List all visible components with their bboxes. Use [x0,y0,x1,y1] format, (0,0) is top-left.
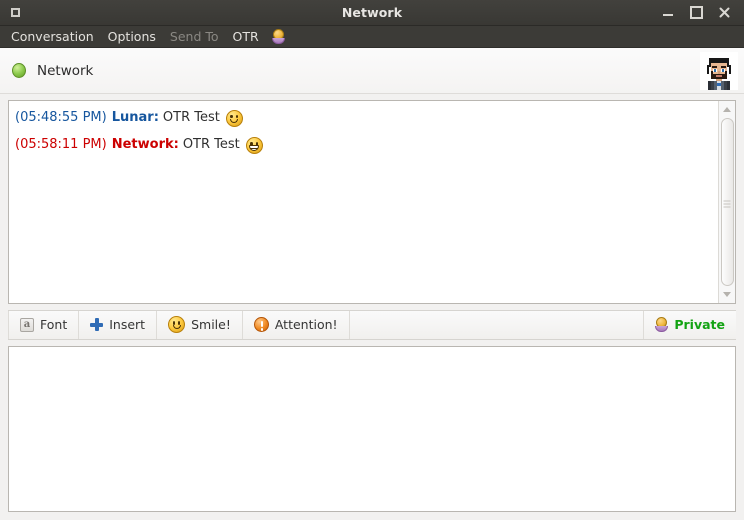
menu-item-otr[interactable]: OTR [226,27,266,46]
close-button[interactable] [717,6,731,20]
minimize-button[interactable] [661,6,675,20]
otr-status-button[interactable]: Private [643,310,736,339]
message-history-container: (05:48:55 PM) Lunar: OTR Test (05:58:11 … [8,100,736,304]
window-menu-button[interactable] [0,8,30,17]
buddy-avatar [700,51,738,90]
conversation-window: Network Conversation Options Send To OTR… [0,0,744,520]
scroll-down-arrow[interactable] [720,288,735,302]
buddy-name: Network [37,62,94,79]
message-history[interactable]: (05:48:55 PM) Lunar: OTR Test (05:58:11 … [9,101,718,303]
otr-lock-icon [655,317,669,333]
window-menu-icon [10,8,20,17]
message-scrollbar[interactable] [718,101,735,303]
message-row: (05:58:11 PM) Network: OTR Test [15,136,712,155]
message-sender: Network: [111,137,179,153]
message-timestamp: (05:58:11 PM) [15,137,107,153]
maximize-button[interactable] [689,6,703,20]
otr-status-label: Private [674,317,725,333]
smiley-icon [168,316,186,334]
otr-lock-menu-button[interactable] [266,29,291,44]
window-controls [661,6,744,20]
smile-button[interactable]: Smile! [157,310,243,339]
conversation-header: Network [0,48,744,94]
menu-item-send-to: Send To [169,29,219,44]
message-text: OTR Test [182,137,240,153]
window-title: Network [341,5,403,20]
font-button[interactable]: a Font [8,310,80,339]
smile-emoticon-icon [225,109,243,127]
attention-button[interactable]: Attention! [243,310,350,339]
insert-button[interactable]: Insert [79,310,158,339]
message-input-container [8,345,736,512]
green-status-dot [12,63,26,78]
smile-button-label: Smile! [191,317,231,333]
scroll-thumb[interactable] [720,118,734,286]
insert-button-label: Insert [109,317,146,333]
title-bar: Network [0,0,744,26]
message-text: OTR Test [162,110,220,125]
scroll-up-arrow[interactable] [720,102,735,116]
font-button-label: Font [40,317,68,333]
message-row: (05:48:55 PM) Lunar: OTR Test [15,109,712,127]
otr-lock-icon [271,29,285,44]
message-timestamp: (05:48:55 PM) [15,110,107,125]
menu-item-conversation[interactable]: Conversation [4,27,101,46]
font-icon: a [20,317,34,332]
menu-item-options[interactable]: Options [101,27,163,46]
formatting-toolbar: a Font Insert Smile! Attention! Private [8,309,736,340]
message-input[interactable] [9,347,735,511]
insert-plus-icon [90,318,104,332]
avatar-image [700,51,738,90]
attention-button-label: Attention! [274,317,338,333]
scroll-grip-icon [723,198,731,208]
close-icon [719,7,729,18]
message-sender: Lunar: [111,110,159,125]
menu-bar: Conversation Options Send To OTR [0,26,744,48]
grin-emoticon-icon [245,137,263,155]
attention-icon [253,317,269,333]
